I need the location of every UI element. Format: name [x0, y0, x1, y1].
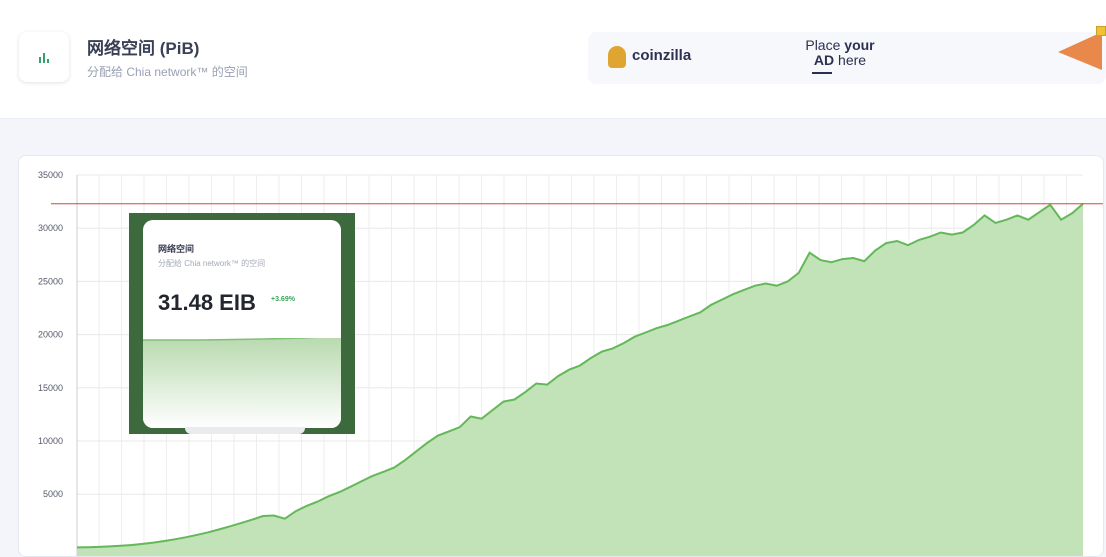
inset-subtitle: 分配给 Chia network™ 的空间	[158, 259, 266, 268]
inset-title: 网络空间	[158, 244, 195, 254]
page-title: 网络空间 (PiB)	[87, 39, 200, 58]
y-tick-label: 5000	[43, 489, 63, 499]
ad-ad-word: AD	[813, 52, 835, 68]
ad-close-icon[interactable]	[1096, 26, 1106, 36]
inset-area	[143, 338, 341, 428]
bar-chart-icon	[19, 32, 69, 82]
ad-banner[interactable]: coinzilla Place your AD here	[588, 26, 1106, 84]
inset-value: 31.48 EIB	[158, 290, 256, 315]
y-tick-label: 20000	[38, 330, 63, 340]
y-tick-label: 15000	[38, 383, 63, 393]
y-tick-label: 25000	[38, 276, 63, 286]
ad-place-word: Place	[805, 37, 845, 53]
inset-image: 网络空间 分配给 Chia network™ 的空间 31.48 EIB +3.…	[129, 213, 355, 434]
ad-underline	[812, 72, 832, 74]
page-subtitle: 分配给 Chia network™ 的空间	[87, 65, 248, 79]
inset-tab	[185, 427, 305, 434]
ad-brand: coinzilla	[632, 47, 692, 64]
inset-card: 网络空间 分配给 Chia network™ 的空间 31.48 EIB +3.…	[143, 220, 341, 428]
ad-here-word: here	[834, 52, 867, 68]
inset-change-badge: +3.69%	[271, 296, 295, 303]
page-header: 网络空间 (PiB) 分配给 Chia network™ 的空间 coinzil…	[0, 0, 1106, 119]
ad-graphic	[1058, 32, 1102, 70]
y-tick-label: 30000	[38, 223, 63, 233]
coinzilla-logo-icon	[608, 46, 626, 68]
ad-your-word: your	[844, 37, 875, 53]
inset-sparkline	[143, 338, 341, 428]
y-tick-label: 35000	[38, 170, 63, 180]
ad-place-text: Place your AD here	[792, 38, 888, 68]
y-tick-label: 10000	[38, 436, 63, 446]
